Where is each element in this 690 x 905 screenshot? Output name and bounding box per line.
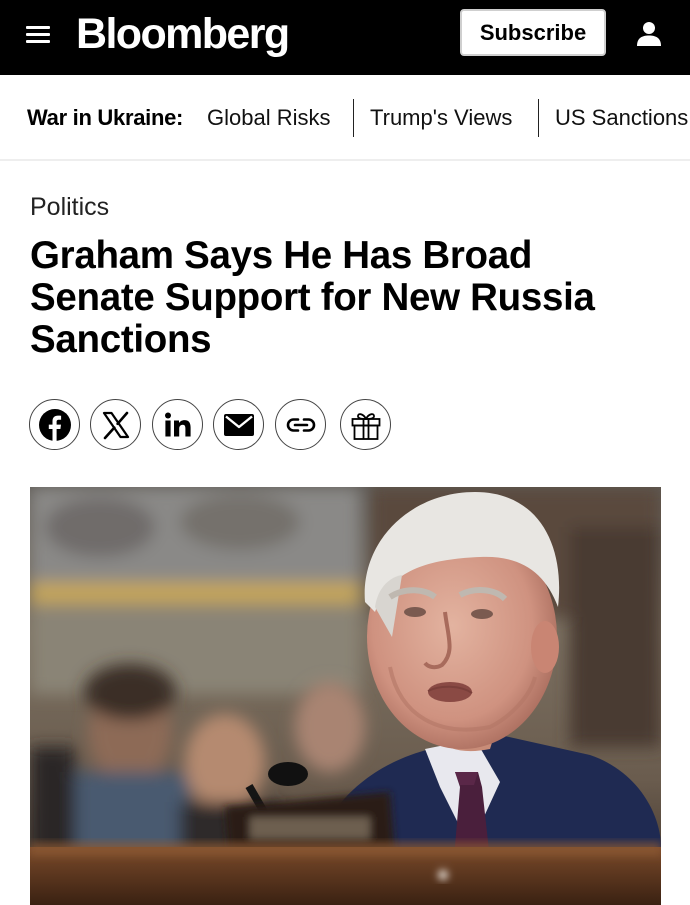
topic-nav: War in Ukraine: Global Risks Trump's Vie…	[0, 75, 690, 161]
hamburger-menu-icon[interactable]	[26, 24, 52, 46]
topic-item-us-sanctions[interactable]: US Sanctions	[555, 105, 688, 131]
top-header: Bloomberg Subscribe	[0, 0, 690, 75]
article-headline: Graham Says He Has Broad Senate Support …	[30, 234, 595, 361]
section-label[interactable]: Politics	[30, 193, 109, 222]
topic-nav-label: War in Ukraine:	[27, 105, 184, 130]
article-hero-image	[30, 487, 661, 905]
gift-icon	[351, 412, 380, 440]
x-share-button[interactable]	[90, 399, 141, 450]
email-icon	[223, 413, 254, 436]
topic-item-trumps-views[interactable]: Trump's Views	[370, 105, 512, 131]
topic-divider	[538, 99, 539, 137]
facebook-share-button[interactable]	[29, 399, 80, 450]
copy-link-button[interactable]	[275, 399, 326, 450]
topic-item-global-risks[interactable]: Global Risks	[207, 105, 330, 131]
facebook-icon	[38, 408, 71, 441]
email-share-button[interactable]	[213, 399, 264, 450]
subscribe-button[interactable]: Subscribe	[460, 9, 606, 56]
link-icon	[286, 417, 315, 432]
topic-divider	[353, 99, 354, 137]
gift-article-button[interactable]	[340, 399, 391, 450]
linkedin-share-button[interactable]	[152, 399, 203, 450]
bloomberg-logo[interactable]: Bloomberg	[76, 6, 290, 62]
user-icon[interactable]	[632, 18, 666, 52]
x-icon	[102, 411, 129, 439]
linkedin-icon	[164, 412, 191, 436]
